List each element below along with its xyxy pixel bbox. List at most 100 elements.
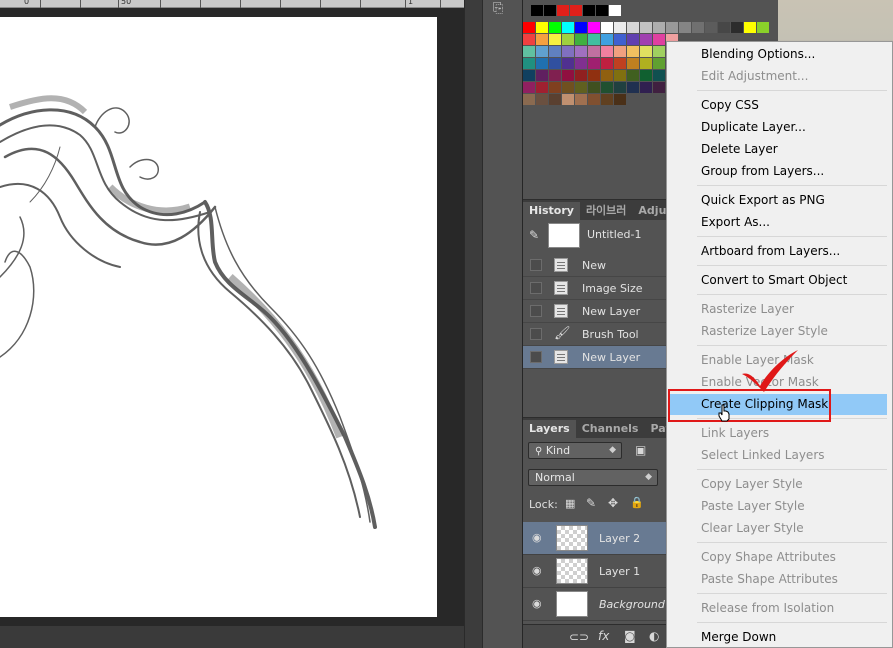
link-icon[interactable]: ⊂⊃ [569, 630, 589, 644]
canvas-area: 0 50 1 [0, 0, 464, 648]
menu-item[interactable]: Delete Layer [667, 139, 892, 160]
tab-history[interactable]: History [523, 202, 580, 220]
blend-mode-value: Normal [535, 471, 575, 484]
history-checkbox[interactable] [530, 259, 542, 271]
swatch-row [523, 58, 679, 69]
blend-mode-select[interactable]: Normal ◆ [528, 469, 658, 486]
menu-separator [697, 542, 887, 543]
history-item-label: Image Size [582, 282, 643, 295]
menu-separator [697, 294, 887, 295]
layer-thumbnail [556, 591, 588, 617]
context-menu: Blending Options... Edit Adjustment... C… [666, 41, 893, 648]
menu-item[interactable]: Copy Layer Style [667, 474, 892, 495]
menu-item[interactable]: Copy CSS [667, 95, 892, 116]
swatch[interactable] [570, 5, 582, 16]
panel-toggle-icon[interactable]: ⎘ [493, 1, 503, 16]
layer-name: Background [599, 598, 665, 611]
menu-item[interactable]: Release from Isolation [667, 598, 892, 619]
history-checkbox[interactable] [530, 305, 542, 317]
ruler-number: 1 [408, 0, 414, 6]
menu-item[interactable]: Copy Shape Attributes [667, 547, 892, 568]
snapshot-thumbnail [548, 223, 580, 248]
photoshop-window: 0 50 1 ⎘ History 라이브러 Adjus ✎ Untitled-1… [0, 0, 893, 648]
menu-item[interactable]: Duplicate Layer... [667, 117, 892, 138]
tab-layers[interactable]: Layers [523, 420, 576, 438]
mask-icon[interactable]: ◙ [624, 629, 636, 643]
history-state-icon [554, 350, 568, 364]
swatch[interactable] [596, 5, 608, 16]
swatch[interactable] [609, 5, 621, 16]
history-state-icon [554, 281, 568, 295]
menu-item[interactable]: Clear Layer Style [667, 518, 892, 539]
lock-transparent-icon[interactable]: ▦ [565, 497, 575, 510]
menu-item[interactable]: Edit Adjustment... [667, 66, 892, 87]
layer-thumbnail [556, 558, 588, 584]
menu-item[interactable]: Convert to Smart Object [667, 270, 892, 291]
document-canvas[interactable] [0, 17, 437, 617]
brush-icon: 🖌 [554, 326, 571, 341]
visibility-eye-icon[interactable]: ◉ [532, 598, 544, 610]
menu-item[interactable]: Export As... [667, 212, 892, 233]
menu-separator [697, 90, 887, 91]
menu-separator [697, 469, 887, 470]
chevron-updown-icon: ◆ [609, 445, 616, 455]
search-icon: ⚲ [535, 446, 543, 457]
adjustment-icon[interactable]: ◐ [649, 629, 659, 643]
horizontal-scrollbar[interactable] [0, 626, 464, 648]
menu-item[interactable]: Link Layers [667, 423, 892, 444]
menu-item[interactable]: Rasterize Layer Style [667, 321, 892, 342]
snapshot-brush-icon[interactable]: ✎ [529, 228, 539, 242]
ruler-number: 50 [121, 0, 132, 6]
lock-brush-icon[interactable]: ✎ [586, 496, 596, 510]
swatch-row [523, 34, 679, 45]
swatch-row [523, 46, 679, 57]
lock-all-icon[interactable]: 🔒 [630, 496, 644, 509]
filter-kind-select[interactable]: ⚲ Kind ◆ [528, 442, 622, 459]
top-ruler: 0 50 1 [0, 0, 464, 8]
fx-icon[interactable]: fx [598, 629, 609, 643]
menu-separator [697, 622, 887, 623]
history-checkbox[interactable] [530, 351, 542, 363]
collapsed-panel-dock: ⎘ [482, 0, 522, 648]
filter-kind-value: Kind [545, 444, 571, 457]
lock-label: Lock: [529, 498, 558, 511]
menu-item[interactable]: Merge Down [667, 627, 892, 648]
hand-cursor-icon [718, 404, 730, 422]
history-item-label: New [582, 259, 606, 272]
tab-libraries[interactable]: 라이브러 [580, 202, 632, 220]
menu-item[interactable]: Quick Export as PNG [667, 190, 892, 211]
vertical-scrollbar[interactable] [464, 0, 482, 648]
swatch-row [523, 22, 770, 33]
menu-item[interactable]: Artboard from Layers... [667, 241, 892, 262]
visibility-eye-icon[interactable]: ◉ [532, 565, 544, 577]
menu-item[interactable]: Blending Options... [667, 44, 892, 65]
menu-item[interactable]: Rasterize Layer [667, 299, 892, 320]
menu-item[interactable]: Group from Layers... [667, 161, 892, 182]
menu-item[interactable]: Paste Shape Attributes [667, 569, 892, 590]
visibility-eye-icon[interactable]: ◉ [532, 532, 544, 544]
layer-name: Layer 2 [599, 532, 641, 545]
history-checkbox[interactable] [530, 282, 542, 294]
chevron-updown-icon: ◆ [645, 472, 652, 482]
menu-separator [697, 185, 887, 186]
tab-channels[interactable]: Channels [576, 420, 645, 438]
history-item-label: New Layer [582, 351, 641, 364]
checkmark-icon [742, 350, 798, 392]
smoke-artwork [0, 95, 377, 529]
menu-item[interactable]: Select Linked Layers [667, 445, 892, 466]
history-checkbox[interactable] [530, 328, 542, 340]
swatch[interactable] [531, 5, 543, 16]
swatch-row [523, 70, 679, 81]
lock-move-icon[interactable]: ✥ [608, 496, 618, 510]
menu-item[interactable]: Paste Layer Style [667, 496, 892, 517]
swatch[interactable] [557, 5, 569, 16]
history-item-label: Brush Tool [582, 328, 639, 341]
history-state-icon [554, 304, 568, 318]
swatch[interactable] [583, 5, 595, 16]
snapshot-label: Untitled-1 [587, 228, 642, 241]
menu-separator [697, 593, 887, 594]
swatch[interactable] [544, 5, 556, 16]
image-filter-icon[interactable]: ▣ [635, 443, 646, 457]
history-item-label: New Layer [582, 305, 641, 318]
layer-thumbnail [556, 525, 588, 551]
